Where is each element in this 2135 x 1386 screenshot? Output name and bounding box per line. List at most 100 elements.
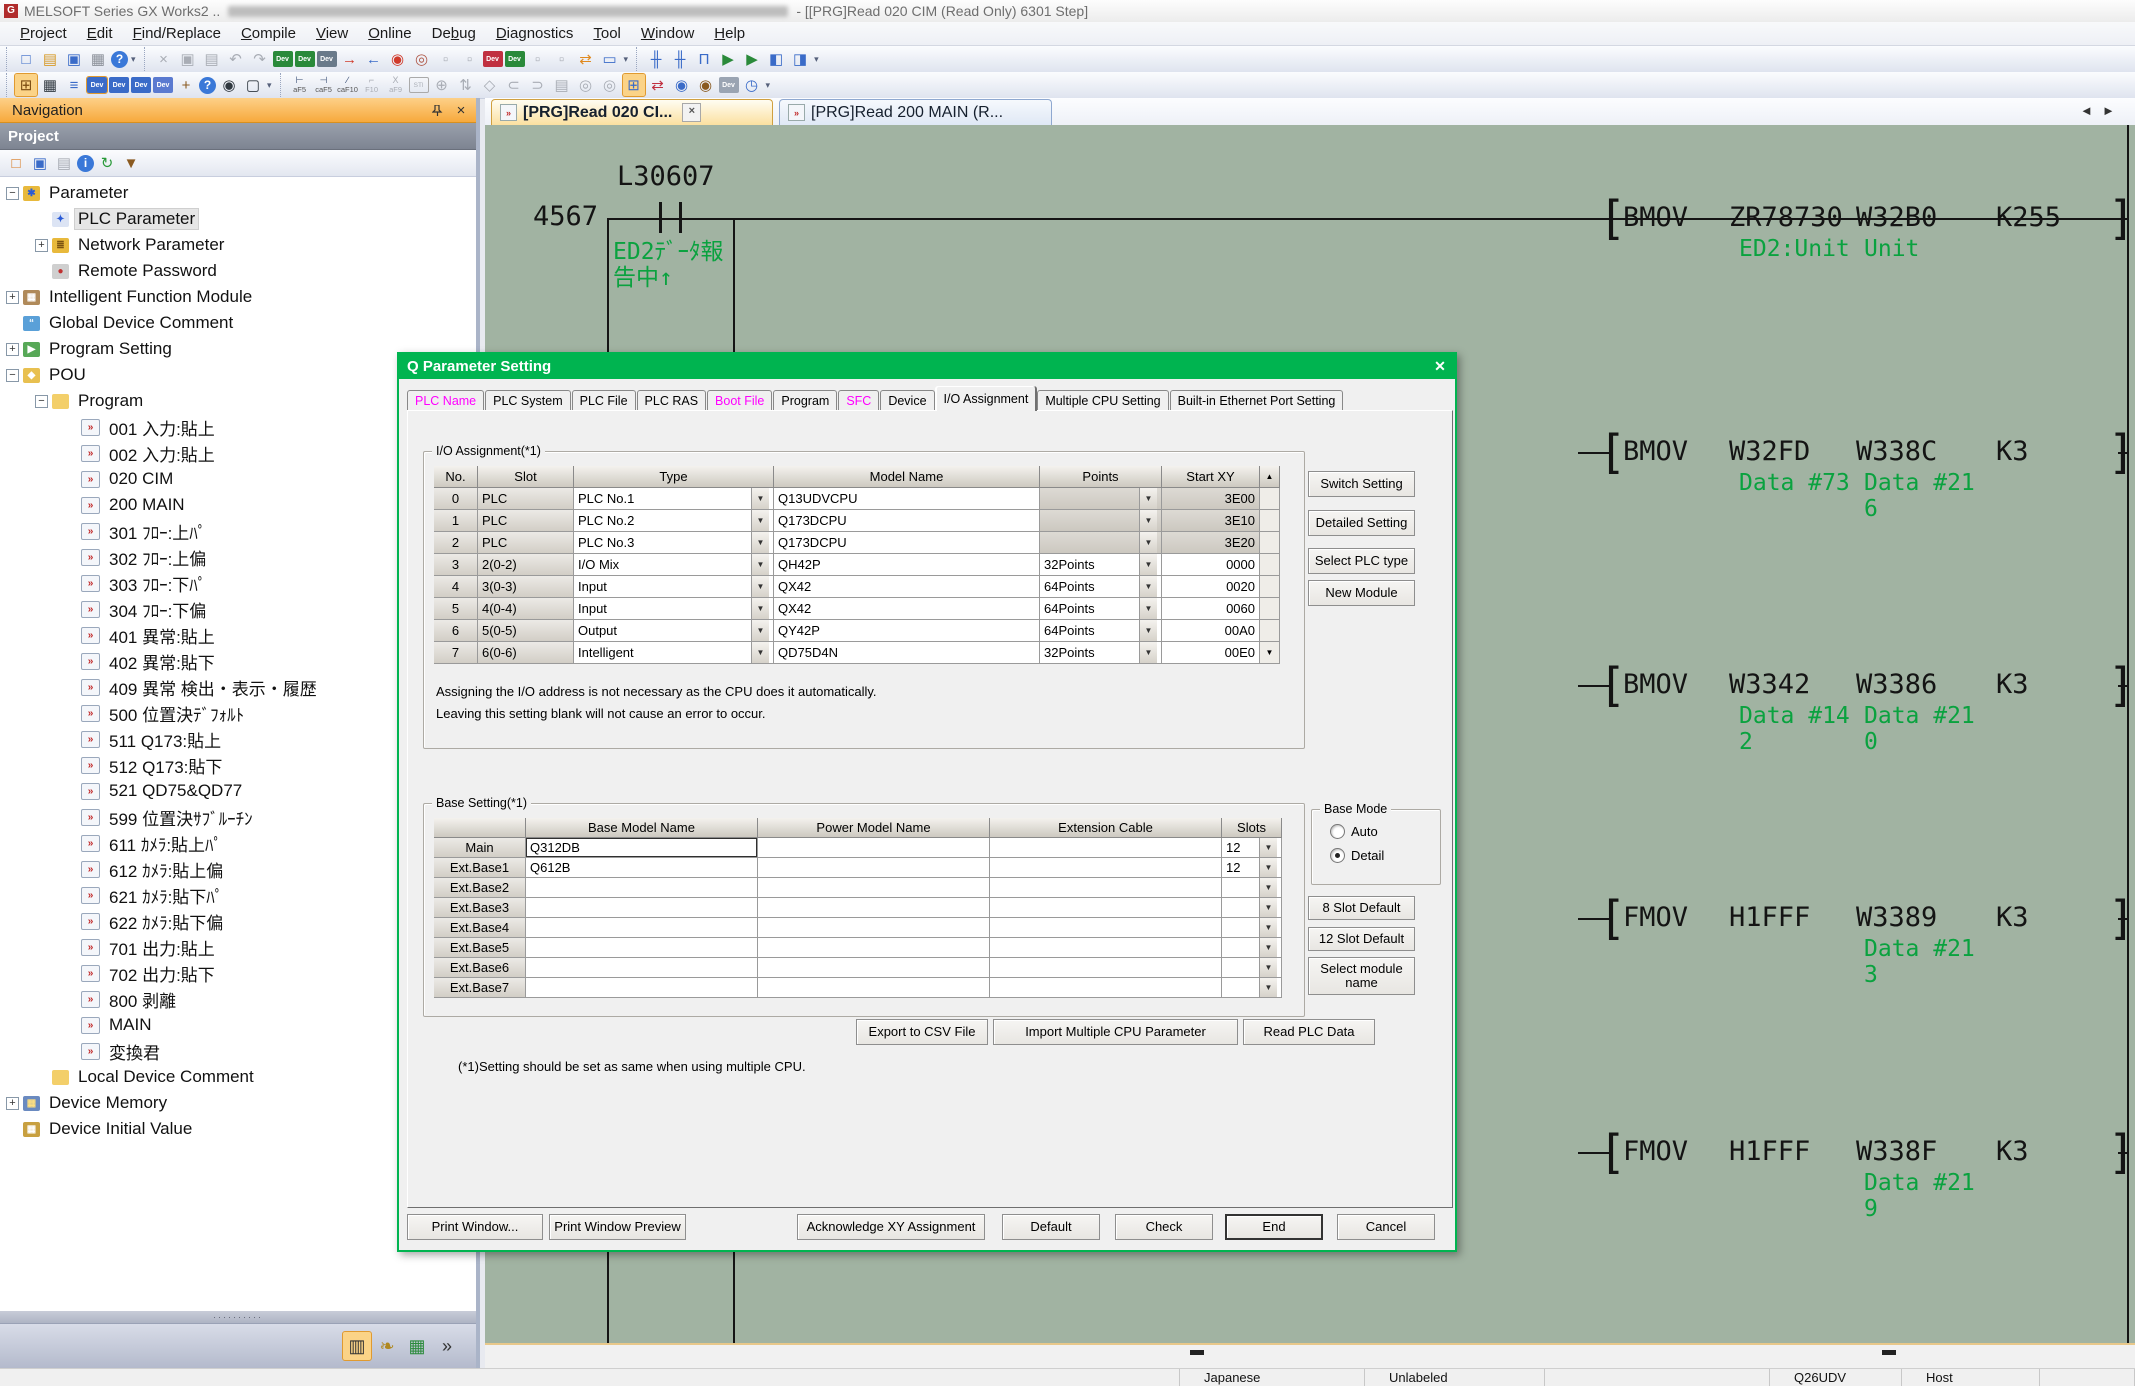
scrollbar-track[interactable] xyxy=(1260,620,1280,642)
device-display-all-icon[interactable]: Dev xyxy=(295,51,315,67)
menu-diagnostics[interactable]: Diagnostics xyxy=(486,25,584,42)
io-table-row[interactable]: 32(0-2)I/O Mix▼QH42P32Points▼0000 xyxy=(434,554,1281,576)
device-off-icon[interactable]: Dev xyxy=(505,51,525,67)
redo-icon[interactable]: ↷ xyxy=(249,48,271,70)
menu-view[interactable]: View xyxy=(306,25,358,42)
run-mode-icon[interactable]: ▶ xyxy=(741,48,763,70)
monitor-step-icon[interactable]: ▫ xyxy=(459,48,481,70)
io-table-row[interactable]: 1PLCPLC No.2▼Q173DCPU▼3E10 xyxy=(434,510,1281,532)
io-cell-type[interactable]: PLC No.1▼ xyxy=(574,488,774,510)
dropdown-arrow-icon[interactable]: ▼ xyxy=(751,576,769,597)
scrollbar-track[interactable] xyxy=(1260,510,1280,532)
check-button[interactable]: Check xyxy=(1115,1214,1213,1240)
base-cell-power[interactable] xyxy=(758,938,990,958)
task-list-icon[interactable]: ≡ xyxy=(63,74,85,96)
io-cell-points[interactable]: 64Points▼ xyxy=(1040,576,1162,598)
zoom-history-icon[interactable]: ◷ xyxy=(741,74,763,96)
help-hint-icon[interactable]: ? xyxy=(199,77,216,94)
print-window-preview-button[interactable]: Print Window Preview xyxy=(549,1214,686,1240)
wire-edit-icon[interactable]: ⇄ xyxy=(647,74,669,96)
base-cell-power[interactable] xyxy=(758,918,990,938)
copy-icon[interactable]: ▣ xyxy=(177,48,199,70)
base-cell-power[interactable] xyxy=(758,878,990,898)
menu-window[interactable]: Window xyxy=(631,25,704,42)
io-cell-no[interactable]: 2 xyxy=(434,532,478,554)
base-cell-model[interactable] xyxy=(526,918,758,938)
data-transfer-icon[interactable]: ⇄ xyxy=(575,48,597,70)
base-cell-model[interactable] xyxy=(526,878,758,898)
dropdown-arrow-icon[interactable]: ▼ xyxy=(751,642,769,663)
document-tab-2[interactable]: »[PRG]Read 200 MAIN (R... xyxy=(779,99,1052,125)
device-find-icon[interactable]: ◉ xyxy=(671,74,693,96)
io-cell-startxy[interactable]: 3E00 xyxy=(1162,488,1260,510)
switch-setting-button[interactable]: Switch Setting xyxy=(1308,471,1415,497)
dropdown-arrow-icon[interactable]: ▼ xyxy=(1259,858,1277,877)
module-configuration-icon[interactable]: ▦ xyxy=(39,74,61,96)
io-cell-slot[interactable]: 3(0-3) xyxy=(478,576,574,598)
8-slot-default-button[interactable]: 8 Slot Default xyxy=(1308,896,1415,920)
monitor-stop-icon[interactable]: ◎ xyxy=(411,48,433,70)
dialog-close-icon[interactable]: ✕ xyxy=(1429,357,1451,376)
dropdown-arrow-icon[interactable]: ▼ xyxy=(1139,510,1157,531)
base-table-row[interactable]: Ext.Base5▼ xyxy=(434,938,1282,958)
io-cell-no[interactable]: 1 xyxy=(434,510,478,532)
tree-item[interactable]: +≣Network Parameter xyxy=(0,232,476,258)
io-cell-model[interactable]: QX42 xyxy=(774,576,1040,598)
io-cell-type[interactable]: Input▼ xyxy=(574,576,774,598)
base-cell-power[interactable] xyxy=(758,858,990,878)
io-cell-startxy[interactable]: 3E10 xyxy=(1162,510,1260,532)
device-dim-icon[interactable]: Dev xyxy=(719,77,739,93)
panel-splitter[interactable]: ·········· xyxy=(0,1311,476,1323)
base-cell-model[interactable] xyxy=(526,978,758,998)
dropdown-arrow-icon[interactable]: ▼ xyxy=(1259,958,1277,977)
base-cell-slots[interactable]: ▼ xyxy=(1222,938,1282,958)
base-cell-cable[interactable] xyxy=(990,938,1222,958)
io-cell-type[interactable]: Input▼ xyxy=(574,598,774,620)
io-cell-points[interactable]: ▼ xyxy=(1040,510,1162,532)
select-module-name-button[interactable]: Select module name xyxy=(1308,957,1415,995)
edit-comment-icon[interactable]: ⊃ xyxy=(527,74,549,96)
io-cell-model[interactable]: QY42P xyxy=(774,620,1040,642)
tree-item[interactable]: −✱Parameter xyxy=(0,180,476,206)
io-cell-no[interactable]: 0 xyxy=(434,488,478,510)
io-cell-slot[interactable]: PLC xyxy=(478,510,574,532)
dialog-title-bar[interactable]: Q Parameter Setting ✕ xyxy=(399,354,1455,379)
dialog-tab-built-in-ethernet-port-setting[interactable]: Built-in Ethernet Port Setting xyxy=(1170,390,1344,411)
open-project-icon[interactable]: ▤ xyxy=(39,48,61,70)
dialog-tab-plc-file[interactable]: PLC File xyxy=(572,390,636,411)
base-cell-power[interactable] xyxy=(758,898,990,918)
scrollbar-track[interactable] xyxy=(1260,554,1280,576)
new-module-button[interactable]: New Module xyxy=(1308,580,1415,606)
base-table-row[interactable]: Ext.Base3▼ xyxy=(434,898,1282,918)
io-cell-model[interactable]: QX42 xyxy=(774,598,1040,620)
monitor-window-icon[interactable]: ▭ xyxy=(599,48,621,70)
start-monitoring-icon[interactable]: ╫ xyxy=(645,48,667,70)
io-cell-startxy[interactable]: 00A0 xyxy=(1162,620,1260,642)
device-on-icon[interactable]: Dev xyxy=(483,51,503,67)
dropdown-arrow-icon[interactable]: ▼ xyxy=(1259,978,1277,997)
base-cell-cable[interactable] xyxy=(990,978,1222,998)
scroll-down-icon[interactable]: ▼ xyxy=(1260,642,1280,664)
device-watch-icon[interactable]: Dev xyxy=(153,77,173,93)
device-find2-icon[interactable]: ◉ xyxy=(695,74,717,96)
insert-row-icon[interactable]: ⇅ xyxy=(455,74,477,96)
data-property-icon[interactable]: i xyxy=(77,155,94,172)
12-slot-default-button[interactable]: 12 Slot Default xyxy=(1308,927,1415,951)
tab-scroll-right-icon[interactable]: ► xyxy=(2102,103,2115,118)
ladder-lock-icon[interactable]: ◧ xyxy=(765,48,787,70)
print-icon[interactable]: ▦ xyxy=(87,48,109,70)
menu-debug[interactable]: Debug xyxy=(422,25,486,42)
close-contact-icon[interactable]: ⊣caF5 xyxy=(313,74,335,96)
scrollbar-track[interactable] xyxy=(1260,576,1280,598)
document-find-icon[interactable]: ▢ xyxy=(242,74,264,96)
toolbar-overflow-icon[interactable]: ▾ xyxy=(267,80,272,91)
tree-expander-icon[interactable]: + xyxy=(6,343,19,356)
undo-icon[interactable]: ↶ xyxy=(225,48,247,70)
dropdown-arrow-icon[interactable]: ▼ xyxy=(1139,620,1157,641)
base-table-row[interactable]: Ext.Base4▼ xyxy=(434,918,1282,938)
io-cell-points[interactable]: 64Points▼ xyxy=(1040,598,1162,620)
io-cell-slot[interactable]: 6(0-6) xyxy=(478,642,574,664)
device-batch-icon[interactable]: Dev xyxy=(317,51,337,67)
new-data-icon[interactable]: □ xyxy=(5,152,27,174)
read-from-plc-icon[interactable]: ← xyxy=(363,48,385,70)
